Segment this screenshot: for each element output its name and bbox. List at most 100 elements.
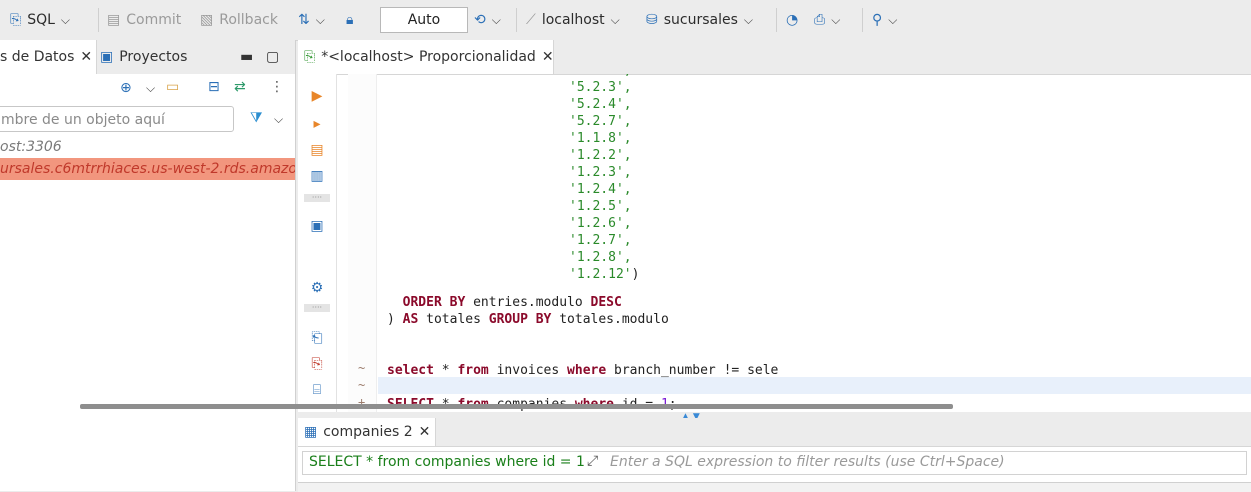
explain-plan-icon[interactable]: ▥ xyxy=(306,166,328,186)
table-icon: ▦ xyxy=(304,424,318,440)
folder-icon[interactable]: ▭ xyxy=(166,79,179,95)
chevron-down-icon[interactable]: ⌵ xyxy=(492,13,501,28)
tab-projects[interactable]: ▣ Proyectos xyxy=(100,40,187,74)
code-area[interactable]: ~ ~ + '5.2.2','5.2.3','5.2.4','5.2.7','1… xyxy=(348,74,1251,412)
tab-label: Proyectos xyxy=(119,49,188,65)
gear-icon[interactable]: ⚙ xyxy=(306,278,328,298)
sql-editor-icon: ⎘ xyxy=(10,12,22,28)
sql-editor: ⎘ *<localhost> Proporcionalidad ✕ ▶ ▸ ▤ … xyxy=(298,40,1251,412)
export-icon[interactable]: ⎗ xyxy=(306,328,328,348)
execute-script-icon[interactable]: ▤ xyxy=(306,140,328,160)
editor-side-toolbar: ▶ ▸ ▤ ▥ ···· ▣ ⚙ ···· ⎗ ⎘ ⌸ xyxy=(298,74,337,412)
object-filter-input[interactable]: mbre de un objeto aquí xyxy=(0,106,234,132)
collapse-icon[interactable]: ⊟ xyxy=(208,79,220,95)
horizontal-scrollbar[interactable] xyxy=(80,404,953,409)
tree-item-aws-connection[interactable]: ursales.c6mtrrhiaces.us-west-2.rds.amazo… xyxy=(0,158,295,180)
main-toolbar: ⎘ SQL ⌵ ▤ Commit ▧ Rollback ⇅ ⌵ 🔒︎ Auto … xyxy=(0,0,1251,41)
connection-label: localhost xyxy=(541,12,605,28)
search-button[interactable]: ⚲ ⌵ xyxy=(872,8,897,32)
database-label: sucursales xyxy=(663,12,738,28)
code-line-string: '1.2.12') xyxy=(569,267,640,282)
change-marker: ~ xyxy=(358,361,366,375)
toolbar-separator xyxy=(516,8,517,32)
print-button[interactable]: ⎙ ⌵ xyxy=(814,8,840,32)
execute-in-new-tab-icon[interactable]: ▸ xyxy=(306,114,328,134)
filter-icon[interactable]: ⧩ xyxy=(250,110,263,126)
toolbar-separator xyxy=(862,8,863,32)
chevron-down-icon[interactable]: ⌵ xyxy=(888,13,897,28)
code-line-string: '1.2.2', xyxy=(569,148,632,163)
minimize-icon: ▬ xyxy=(240,49,254,65)
code-line-string: '1.1.8', xyxy=(569,131,632,146)
transaction-icon: ⇅ xyxy=(298,12,310,28)
tree-item-label: ursales.c6mtrrhiaces.us-west-2.rds.amazo… xyxy=(0,161,295,177)
history-icon: ⟲ xyxy=(474,12,486,28)
tab-label: *<localhost> Proporcionalidad xyxy=(321,49,536,65)
rollback-label: Rollback xyxy=(219,12,278,28)
transaction-mode-button[interactable]: ⇅ ⌵ xyxy=(298,8,325,32)
close-icon[interactable]: ✕ xyxy=(542,49,554,65)
code-line-string: '1.2.5', xyxy=(569,199,632,214)
gauge-icon: ◔ xyxy=(786,12,799,28)
code-line-string: '5.2.4', xyxy=(569,97,632,112)
results-filter-input[interactable]: Enter a SQL expression to filter results… xyxy=(610,454,1005,470)
tab-database-navigator[interactable]: s de Datos ✕ xyxy=(0,40,97,74)
database-selector[interactable]: ⛁ sucursales ⌵ xyxy=(646,8,753,32)
chevron-down-icon[interactable]: ⌵ xyxy=(316,13,325,28)
tab-label: companies 2 xyxy=(323,424,413,440)
current-line-highlight xyxy=(378,377,1251,394)
chevron-down-icon[interactable]: ⌵ xyxy=(831,13,840,28)
chevron-down-icon[interactable]: ⌵ xyxy=(61,13,70,28)
results-query-text: SELECT * from companies where id = 1 xyxy=(309,454,585,470)
left-panel-tabs: s de Datos ✕ ▣ Proyectos ▬ ▢ xyxy=(0,40,295,75)
toolbar-drag-handle[interactable]: ···· xyxy=(304,304,330,312)
load-script-icon[interactable]: ⎘ xyxy=(306,354,328,374)
close-icon[interactable]: ✕ xyxy=(80,49,92,65)
commit-icon: ▤ xyxy=(107,12,121,28)
code-line-string: '1.2.8', xyxy=(569,250,632,265)
maximize-button[interactable]: ▢ xyxy=(266,40,279,74)
toolbar-drag-handle[interactable]: ···· xyxy=(304,194,330,202)
tab-label: s de Datos xyxy=(0,49,75,65)
chevron-down-icon[interactable]: ⌵ xyxy=(744,13,753,28)
dashboard-button[interactable]: ◔ xyxy=(786,8,798,32)
connection-selector[interactable]: ⟋ localhost ⌵ xyxy=(526,8,620,32)
lock-button[interactable]: 🔒︎ xyxy=(346,8,353,32)
format-icon[interactable]: ⌸ xyxy=(306,380,328,400)
results-panel: ▦ companies 2 ✕ SELECT * from companies … xyxy=(298,418,1251,492)
close-icon[interactable]: ✕ xyxy=(419,424,431,440)
commit-button[interactable]: ▤ Commit xyxy=(107,8,181,32)
chevron-down-icon[interactable]: ⌵ xyxy=(146,81,155,96)
code-line-group-by: ) AS totales GROUP BY totales.modulo xyxy=(387,312,669,327)
database-navigator-panel: s de Datos ✕ ▣ Proyectos ▬ ▢ ⊕ ⌵ ▭ ⊟ ⇄ ⋮… xyxy=(0,40,296,491)
code-line-string: '5.2.7', xyxy=(569,114,632,129)
expand-icon[interactable]: ⤢ xyxy=(587,453,598,469)
toolbar-separator xyxy=(98,8,99,32)
minimize-button[interactable]: ▬ xyxy=(240,40,253,74)
chevron-down-icon[interactable]: ⌵ xyxy=(274,112,283,127)
new-connection-icon[interactable]: ⊕ xyxy=(120,80,132,96)
database-icon: ⛁ xyxy=(646,12,658,28)
tab-results[interactable]: ▦ companies 2 ✕ xyxy=(298,418,436,446)
chevron-down-icon[interactable]: ⌵ xyxy=(611,13,620,28)
code-line-string: '1.2.7', xyxy=(569,233,632,248)
print-icon: ⎙ xyxy=(814,12,826,28)
tab-sql-script[interactable]: ⎘ *<localhost> Proporcionalidad ✕ xyxy=(298,40,554,74)
editor-tabs: ⎘ *<localhost> Proporcionalidad ✕ xyxy=(298,40,1251,75)
more-options-icon[interactable]: ⋮ xyxy=(270,79,284,95)
results-filter-bar[interactable]: SELECT * from companies where id = 1 ⤢ E… xyxy=(302,451,1247,475)
history-button[interactable]: ⟲ ⌵ xyxy=(474,8,501,32)
sql-label: SQL xyxy=(27,12,55,28)
code-line-string: '1.2.4', xyxy=(569,182,632,197)
results-tabs: ▦ companies 2 ✕ xyxy=(298,418,1251,447)
tree-item-localhost[interactable]: ost:3306 xyxy=(0,136,295,158)
link-editor-icon[interactable]: ⇄ xyxy=(234,79,246,95)
transaction-mode-field[interactable]: Auto xyxy=(380,7,468,33)
sql-editor-button[interactable]: ⎘ SQL ⌵ xyxy=(10,8,70,32)
change-marker: ~ xyxy=(358,378,366,392)
terminal-icon[interactable]: ▣ xyxy=(306,216,328,236)
execute-statement-icon[interactable]: ▶ xyxy=(306,86,328,106)
maximize-icon: ▢ xyxy=(266,49,280,65)
rollback-button[interactable]: ▧ Rollback xyxy=(200,8,278,32)
code-line-string: '5.2.3', xyxy=(569,80,632,95)
